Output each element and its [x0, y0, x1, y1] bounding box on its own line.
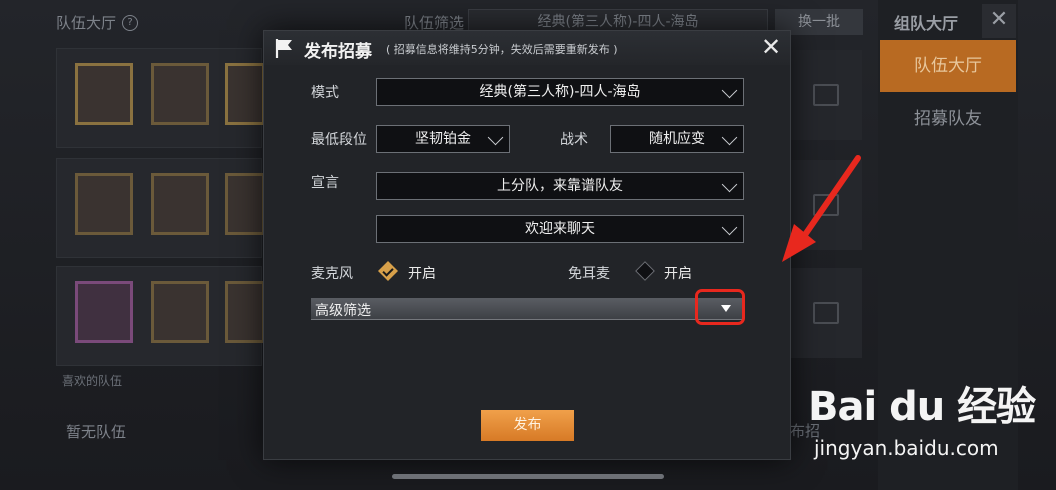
team-card[interactable]: [56, 266, 265, 366]
declaration-value-1: 上分队，来靠谱队友: [497, 178, 623, 194]
advanced-filter-label: 高级筛选: [315, 303, 371, 319]
mic-checkbox[interactable]: [378, 261, 398, 281]
player-avatar: [151, 63, 209, 125]
home-indicator: [392, 474, 664, 479]
advanced-filter-bar[interactable]: 高级筛选: [311, 298, 743, 320]
mic-option-label: 开启: [408, 266, 436, 282]
tactic-value: 随机应变: [649, 131, 705, 147]
player-avatar: [225, 173, 265, 235]
baidu-watermark: Bai du 经验 jingyan.baidu.com: [808, 374, 1048, 466]
watermark-logo: Bai du 经验: [808, 384, 1036, 430]
min-rank-select[interactable]: 坚韧铂金: [376, 125, 510, 153]
chevron-down-icon: [721, 82, 738, 99]
empty-team-slot[interactable]: [790, 50, 862, 140]
mode-value: 经典(第三人称)-四人-海岛: [479, 84, 641, 100]
mic-label: 麦克风: [311, 266, 353, 282]
lobby-title: 队伍大厅 ?: [56, 12, 139, 33]
tactic-select[interactable]: 随机应变: [610, 125, 744, 153]
chevron-down-icon: [721, 219, 738, 236]
annotation-arrow-icon: [782, 155, 861, 262]
player-avatar: [151, 281, 209, 343]
flag-icon: [275, 39, 292, 58]
help-icon[interactable]: ?: [122, 14, 139, 31]
mode-label: 模式: [311, 85, 339, 101]
min-rank-label: 最低段位: [311, 132, 367, 148]
watermark-url: jingyan.baidu.com: [814, 436, 999, 460]
close-icon[interactable]: ✕: [756, 33, 786, 63]
player-avatar: [151, 173, 209, 235]
chevron-down-icon: [721, 176, 738, 193]
tab-recruit-teammates[interactable]: 招募队友: [880, 96, 1016, 142]
side-panel-title: 组队大厅: [894, 14, 959, 33]
tactic-label: 战术: [560, 132, 588, 148]
speaker-label: 免耳麦: [568, 266, 610, 282]
flag-icon: [813, 84, 839, 106]
declaration-select-1[interactable]: 上分队，来靠谱队友: [376, 172, 744, 200]
min-rank-value: 坚韧铂金: [415, 131, 471, 147]
publish-button[interactable]: 发布: [481, 410, 574, 441]
favorite-teams-label: 喜欢的队伍: [62, 374, 123, 388]
annotation-highlight-box: [695, 289, 745, 325]
speaker-option-label: 开启: [664, 266, 692, 282]
publish-recruit-dialog: 发布招募 ( 招募信息将维持5分钟，失效后需要重新发布 ) ✕ 模式 经典(第三…: [263, 30, 791, 460]
mode-select[interactable]: 经典(第三人称)-四人-海岛: [376, 78, 744, 106]
dialog-title: 发布招募: [304, 42, 372, 62]
team-card[interactable]: [56, 48, 265, 148]
declaration-label: 宣言: [311, 175, 339, 191]
declaration-select-2[interactable]: 欢迎来聊天: [376, 215, 744, 243]
chevron-down-icon: [721, 129, 738, 146]
flag-icon: [813, 302, 839, 324]
side-close-icon[interactable]: ✕: [982, 4, 1016, 38]
player-avatar: [75, 281, 133, 343]
empty-team-slot[interactable]: [790, 268, 862, 358]
chevron-down-icon: [487, 129, 504, 146]
player-avatar: [75, 173, 133, 235]
tab-team-lobby[interactable]: 队伍大厅: [880, 40, 1016, 92]
declaration-value-2: 欢迎来聊天: [525, 221, 595, 237]
player-avatar: [225, 63, 265, 125]
dialog-header: 发布招募 ( 招募信息将维持5分钟，失效后需要重新发布 ) ✕: [264, 31, 790, 65]
player-avatar: [225, 281, 265, 343]
player-avatar: [75, 63, 133, 125]
dialog-note: ( 招募信息将维持5分钟，失效后需要重新发布 ): [386, 43, 618, 56]
team-card[interactable]: [56, 158, 265, 258]
no-team-label: 暂无队伍: [66, 423, 127, 441]
speaker-checkbox[interactable]: [635, 261, 655, 281]
